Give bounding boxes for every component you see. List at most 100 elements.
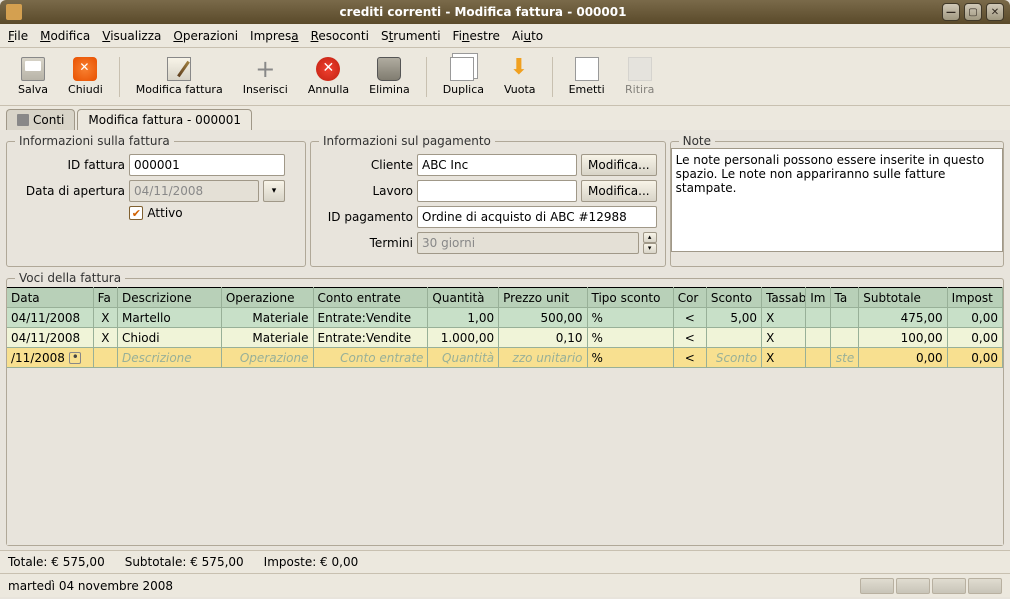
- status-date: martedì 04 novembre 2008: [8, 579, 173, 593]
- save-icon: [21, 57, 45, 81]
- checkbox-attivo[interactable]: [129, 206, 143, 220]
- invoice-lines-table[interactable]: Data Fa Descrizione Operazione Conto ent…: [7, 287, 1003, 368]
- table-blank-area: [7, 368, 1003, 545]
- col-tassabile[interactable]: Tassab: [762, 288, 806, 308]
- duplicate-button[interactable]: Duplica: [433, 51, 494, 103]
- minimize-button[interactable]: —: [942, 3, 960, 21]
- subtotal-label: Subtotale: € 575,00: [125, 555, 244, 569]
- cancel-button[interactable]: Annulla: [298, 51, 359, 103]
- col-tat[interactable]: Ta: [830, 288, 859, 308]
- save-button[interactable]: Salva: [8, 51, 58, 103]
- col-quantita[interactable]: Quantità: [428, 288, 499, 308]
- footer-totals: Totale: € 575,00 Subtotale: € 575,00 Imp…: [0, 550, 1010, 573]
- duplicate-icon: [450, 57, 474, 81]
- empty-button[interactable]: Vuota: [494, 51, 546, 103]
- group-note: Note: [670, 134, 1004, 267]
- empty-icon: [508, 57, 532, 81]
- label-id-fattura: ID fattura: [15, 158, 125, 172]
- edit-icon: [167, 57, 191, 81]
- toolbar-separator: [426, 57, 427, 97]
- group-info-fattura: Informazioni sulla fattura ID fattura Da…: [6, 134, 306, 267]
- content: Informazioni sulla fattura ID fattura Da…: [0, 130, 1010, 550]
- col-descrizione[interactable]: Descrizione: [117, 288, 221, 308]
- tabbar: Conti Modifica fattura - 000001: [0, 106, 1010, 130]
- table-header-row[interactable]: Data Fa Descrizione Operazione Conto ent…: [7, 288, 1003, 308]
- input-id-fattura[interactable]: [129, 154, 285, 176]
- menu-resoconti[interactable]: Resoconti: [311, 29, 369, 43]
- retire-icon: [628, 57, 652, 81]
- menu-visualizza[interactable]: Visualizza: [102, 29, 161, 43]
- table-row[interactable]: 04/11/2008XMartelloMaterialeEntrate:Vend…: [7, 308, 1003, 328]
- close-icon: [73, 57, 97, 81]
- button-modifica-cliente[interactable]: Modifica...: [581, 154, 657, 176]
- input-termini: [417, 232, 639, 254]
- menu-impresa[interactable]: Impresa: [250, 29, 299, 43]
- plus-icon: +: [253, 57, 277, 81]
- titlebar: crediti correnti - Modifica fattura - 00…: [0, 0, 1010, 24]
- group-voci: Voci della fattura Data Fa Descrizione O…: [6, 271, 1004, 546]
- col-prezzo[interactable]: Prezzo unit: [499, 288, 587, 308]
- status-box: [860, 578, 894, 594]
- label-id-pagamento: ID pagamento: [319, 210, 413, 224]
- close-button[interactable]: Chiudi: [58, 51, 113, 103]
- toolbar: Salva Chiudi Modifica fattura +Inserisci…: [0, 48, 1010, 106]
- maximize-button[interactable]: ▢: [964, 3, 982, 21]
- col-im[interactable]: Im: [806, 288, 830, 308]
- tab-modifica-fattura[interactable]: Modifica fattura - 000001: [77, 109, 252, 130]
- menu-operazioni[interactable]: Operazioni: [173, 29, 238, 43]
- label-data-apertura: Data di apertura: [15, 184, 125, 198]
- menu-aiuto[interactable]: Aiuto: [512, 29, 543, 43]
- status-box: [968, 578, 1002, 594]
- col-data[interactable]: Data: [7, 288, 93, 308]
- statusbar: martedì 04 novembre 2008: [0, 573, 1010, 597]
- col-sconto[interactable]: Sconto: [706, 288, 761, 308]
- input-data-apertura: [129, 180, 259, 202]
- col-fa[interactable]: Fa: [93, 288, 117, 308]
- date-dropdown-icon[interactable]: [69, 352, 81, 364]
- input-cliente[interactable]: [417, 154, 577, 176]
- col-conto[interactable]: Conto entrate: [313, 288, 428, 308]
- emit-icon: [575, 57, 599, 81]
- edit-invoice-button[interactable]: Modifica fattura: [126, 51, 233, 103]
- menu-file[interactable]: File: [8, 29, 28, 43]
- status-box: [896, 578, 930, 594]
- emit-button[interactable]: Emetti: [559, 51, 615, 103]
- menubar: File Modifica Visualizza Operazioni Impr…: [0, 24, 1010, 48]
- col-subtotale[interactable]: Subtotale: [859, 288, 947, 308]
- spinner-termini[interactable]: ▴▾: [643, 232, 657, 254]
- toolbar-separator: [552, 57, 553, 97]
- insert-button[interactable]: +Inserisci: [233, 51, 298, 103]
- label-termini: Termini: [319, 236, 413, 250]
- tax-label: Imposte: € 0,00: [264, 555, 359, 569]
- input-lavoro[interactable]: [417, 180, 577, 202]
- app-icon: [6, 4, 22, 20]
- col-imposta[interactable]: Impost: [947, 288, 1002, 308]
- trash-icon: [377, 57, 401, 81]
- table-row[interactable]: 04/11/2008XChiodiMaterialeEntrate:Vendit…: [7, 328, 1003, 348]
- textarea-note[interactable]: [672, 149, 1002, 249]
- status-box: [932, 578, 966, 594]
- menu-strumenti[interactable]: Strumenti: [381, 29, 441, 43]
- button-modifica-lavoro[interactable]: Modifica...: [581, 180, 657, 202]
- label-attivo: Attivo: [147, 206, 182, 220]
- close-window-button[interactable]: ✕: [986, 3, 1004, 21]
- legend-pay: Informazioni sul pagamento: [319, 134, 495, 148]
- delete-button[interactable]: Elimina: [359, 51, 420, 103]
- label-cliente: Cliente: [319, 158, 413, 172]
- table-row-new[interactable]: /11/2008 DescrizioneOperazioneConto entr…: [7, 348, 1003, 368]
- menu-finestre[interactable]: Finestre: [453, 29, 500, 43]
- col-operazione[interactable]: Operazione: [221, 288, 313, 308]
- col-cor[interactable]: Cor: [673, 288, 706, 308]
- accounts-icon: [17, 114, 29, 126]
- legend-voci: Voci della fattura: [15, 271, 125, 285]
- menu-modifica[interactable]: Modifica: [40, 29, 90, 43]
- col-tipo-sconto[interactable]: Tipo sconto: [587, 288, 673, 308]
- window-title: crediti correnti - Modifica fattura - 00…: [28, 5, 938, 19]
- label-lavoro: Lavoro: [319, 184, 413, 198]
- legend-info: Informazioni sulla fattura: [15, 134, 174, 148]
- table-wrap: Data Fa Descrizione Operazione Conto ent…: [7, 287, 1003, 545]
- date-picker-button[interactable]: ▾: [263, 180, 285, 202]
- cancel-icon: [316, 57, 340, 81]
- tab-conti[interactable]: Conti: [6, 109, 75, 130]
- input-id-pagamento[interactable]: [417, 206, 657, 228]
